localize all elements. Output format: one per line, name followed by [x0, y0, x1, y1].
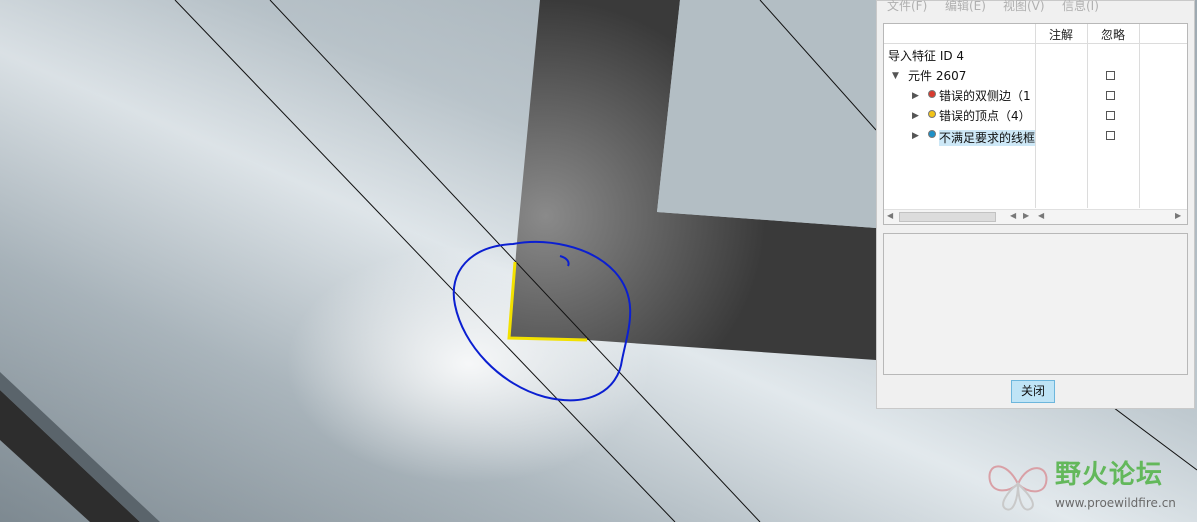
watermark-title: 野火论坛 — [1055, 460, 1164, 490]
collapsed-triangle-icon[interactable]: ▶ — [912, 127, 919, 146]
menu-bar: 文件(F) 编辑(E) 视图(V) 信息(I) — [877, 0, 1194, 15]
ignore-checkbox-2[interactable] — [1106, 111, 1115, 120]
tree-item-error-1[interactable]: ▶ 错误的双侧边（1 — [912, 87, 1034, 106]
collapsed-triangle-icon[interactable]: ▶ — [912, 107, 919, 126]
column-header-empty — [1139, 24, 1187, 44]
column-separator — [1035, 24, 1036, 208]
scroll-left-icon[interactable]: ◀ — [887, 211, 893, 220]
yellow-status-dot-icon — [928, 110, 936, 118]
model-check-dialog: 文件(F) 编辑(E) 视图(V) 信息(I) 注解 忽略 导入特征 ID 4 … — [876, 0, 1195, 409]
scroll-right-icon[interactable]: ▶ — [1023, 211, 1029, 220]
menu-info[interactable]: 信息(I) — [1062, 0, 1099, 14]
scroll-right-icon[interactable]: ▶ — [1175, 211, 1181, 220]
tree-item-part-label: 元件 2607 — [908, 69, 967, 83]
tree-item-error-2-label: 错误的顶点（4） — [939, 109, 1031, 123]
horizontal-scrollbar-right[interactable]: ◀ ▶ — [1035, 209, 1187, 224]
red-status-dot-icon — [928, 90, 936, 98]
ignore-checkbox-3[interactable] — [1106, 131, 1115, 140]
scroll-left-icon[interactable]: ◀ — [1010, 211, 1016, 220]
ignore-checkbox-part[interactable] — [1106, 71, 1115, 80]
feature-tree-panel: 注解 忽略 导入特征 ID 4 ▼ 元件 2607 ▶ 错误的双侧边（1 ▶ 错… — [883, 23, 1188, 225]
tree-item-error-1-label: 错误的双侧边（1 — [939, 89, 1031, 103]
menu-file[interactable]: 文件(F) — [887, 0, 927, 14]
column-header-annotation[interactable]: 注解 — [1035, 24, 1087, 44]
forum-watermark: 野火论坛 www.proewildfire.cn — [984, 453, 1195, 516]
tree-item-error-2[interactable]: ▶ 错误的顶点（4） — [912, 107, 1034, 126]
tree-item-error-3-label: 不满足要求的线框 — [939, 130, 1035, 146]
menu-view[interactable]: 视图(V) — [1003, 0, 1045, 14]
scroll-left-icon[interactable]: ◀ — [1038, 211, 1044, 220]
column-header-ignore[interactable]: 忽略 — [1087, 24, 1139, 44]
feature-inner-face — [657, 0, 876, 228]
close-button[interactable]: 关闭 — [1011, 380, 1055, 403]
scrollbar-thumb[interactable] — [899, 212, 996, 222]
ignore-checkbox-1[interactable] — [1106, 91, 1115, 100]
tree-item-error-3[interactable]: ▶ 不满足要求的线框 — [912, 127, 1035, 146]
tree-item-part[interactable]: ▼ 元件 2607 — [892, 67, 1032, 86]
column-separator — [1087, 24, 1088, 208]
expanded-triangle-icon[interactable]: ▼ — [892, 67, 899, 86]
menu-edit[interactable]: 编辑(E) — [945, 0, 986, 14]
butterfly-logo-icon — [988, 465, 1048, 511]
tree-root-label[interactable]: 导入特征 ID 4 — [888, 47, 964, 66]
collapsed-triangle-icon[interactable]: ▶ — [912, 87, 919, 106]
watermark-url: www.proewildfire.cn — [1055, 496, 1176, 510]
column-header-tree — [884, 24, 1035, 44]
horizontal-scrollbar-left[interactable]: ◀ ◀ ▶ — [884, 209, 1035, 224]
info-panel — [883, 233, 1188, 375]
blue-status-dot-icon — [928, 130, 936, 138]
column-separator — [1139, 24, 1140, 208]
